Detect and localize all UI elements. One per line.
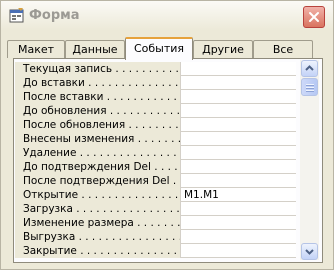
window-title: Форма bbox=[29, 8, 80, 23]
property-row[interactable]: Загрузка . . . . . . . . . . . . . . . . bbox=[15, 202, 296, 216]
property-row[interactable]: До обновления . . . . . . . . . . . . bbox=[15, 104, 296, 118]
property-row[interactable]: До подтверждения Del . . . . . . . bbox=[15, 160, 296, 174]
property-label: Изменение размера . . . . . . . . bbox=[15, 216, 180, 230]
tab-all[interactable]: Все bbox=[253, 40, 313, 58]
chevron-down-icon bbox=[305, 249, 314, 255]
scroll-down-button[interactable] bbox=[301, 243, 318, 260]
form-properties-window: Форма Макет Данные События Другие Все Те… bbox=[0, 0, 334, 270]
property-row[interactable]: Открытие . . . . . . . . . . . . . . . .… bbox=[15, 188, 296, 202]
properties-panel: Текущая запись . . . . . . . . . . . До … bbox=[13, 58, 323, 263]
property-row[interactable]: Закрытие . . . . . . . . . . . . . . . . bbox=[15, 244, 296, 258]
property-value[interactable] bbox=[180, 62, 296, 76]
property-value[interactable] bbox=[180, 216, 296, 230]
scroll-thumb[interactable] bbox=[301, 78, 318, 96]
property-value[interactable] bbox=[180, 146, 296, 160]
property-row[interactable]: Внесены изменения . . . . . . . . . bbox=[15, 132, 296, 146]
tab-strip: Макет Данные События Другие Все bbox=[7, 37, 327, 60]
property-value[interactable] bbox=[180, 174, 296, 188]
property-row[interactable]: До вставки . . . . . . . . . . . . . . . bbox=[15, 76, 296, 90]
property-label: До обновления . . . . . . . . . . . . bbox=[15, 104, 180, 118]
property-value[interactable] bbox=[180, 90, 296, 104]
property-row[interactable]: После подтверждения Del . . . . . bbox=[15, 174, 296, 188]
tab-events[interactable]: События bbox=[125, 37, 193, 60]
property-value[interactable] bbox=[180, 202, 296, 216]
property-value[interactable] bbox=[180, 160, 296, 174]
property-value[interactable] bbox=[180, 244, 296, 258]
form-icon bbox=[9, 8, 24, 23]
property-label: Закрытие . . . . . . . . . . . . . . . . bbox=[15, 244, 180, 258]
property-value[interactable] bbox=[180, 118, 296, 132]
close-icon bbox=[309, 12, 319, 22]
property-value[interactable] bbox=[180, 230, 296, 244]
property-label: Открытие . . . . . . . . . . . . . . . . bbox=[15, 188, 180, 202]
property-label: Внесены изменения . . . . . . . . . bbox=[15, 132, 180, 146]
property-label: До вставки . . . . . . . . . . . . . . . bbox=[15, 76, 180, 90]
title-bar[interactable]: Форма bbox=[1, 1, 333, 31]
chevron-up-icon bbox=[305, 65, 314, 71]
property-row[interactable]: Выгрузка . . . . . . . . . . . . . . . . bbox=[15, 230, 296, 244]
tab-layout[interactable]: Макет bbox=[7, 40, 65, 58]
scroll-up-button[interactable] bbox=[301, 60, 318, 77]
tab-data[interactable]: Данные bbox=[65, 40, 125, 58]
vertical-scrollbar[interactable] bbox=[300, 60, 319, 260]
property-label: После подтверждения Del . . . . . bbox=[15, 174, 180, 188]
property-row[interactable]: Изменение размера . . . . . . . . bbox=[15, 216, 296, 230]
property-value[interactable]: M1.M1 bbox=[180, 188, 296, 202]
property-value[interactable] bbox=[180, 132, 296, 146]
property-row[interactable]: После обновления . . . . . . . . . . bbox=[15, 118, 296, 132]
property-row[interactable]: Удаление . . . . . . . . . . . . . . . . bbox=[15, 146, 296, 160]
property-label: Текущая запись . . . . . . . . . . . bbox=[15, 62, 180, 76]
close-button[interactable] bbox=[303, 6, 325, 28]
property-label: После вставки . . . . . . . . . . . . . bbox=[15, 90, 180, 104]
property-label: После обновления . . . . . . . . . . bbox=[15, 118, 180, 132]
property-label: До подтверждения Del . . . . . . . bbox=[15, 160, 180, 174]
property-row[interactable]: После вставки . . . . . . . . . . . . . bbox=[15, 90, 296, 104]
property-label: Загрузка . . . . . . . . . . . . . . . . bbox=[15, 202, 180, 216]
property-label: Выгрузка . . . . . . . . . . . . . . . . bbox=[15, 230, 180, 244]
property-row[interactable]: Текущая запись . . . . . . . . . . . bbox=[15, 62, 296, 76]
property-value[interactable] bbox=[180, 104, 296, 118]
property-label: Удаление . . . . . . . . . . . . . . . . bbox=[15, 146, 180, 160]
property-grid: Текущая запись . . . . . . . . . . . До … bbox=[15, 60, 296, 260]
property-value[interactable] bbox=[180, 76, 296, 90]
tab-other[interactable]: Другие bbox=[193, 40, 253, 58]
